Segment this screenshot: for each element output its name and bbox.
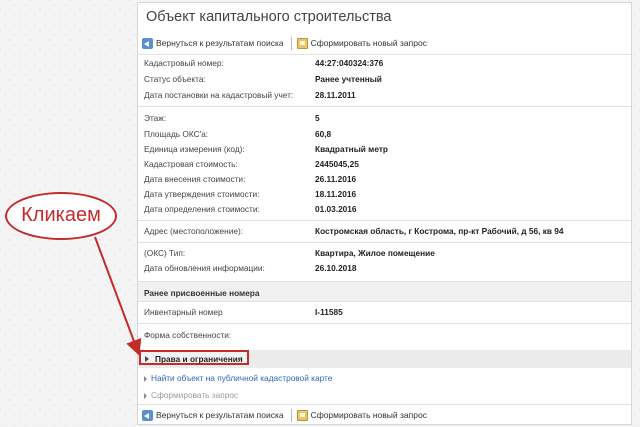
field-oks-type: (ОКС) Тип: Квартира, Жилое помещение: [144, 248, 624, 262]
field-label: Дата постановки на кадастровый учет:: [144, 90, 294, 100]
link-triangle-icon: [144, 392, 147, 399]
back-to-results-label: Вернуться к результатам поиска: [156, 38, 284, 48]
field-value-approval-date: Дата утверждения стоимости: 18.11.2016: [144, 189, 624, 203]
field-label: Адрес (местоположение):: [144, 226, 244, 236]
field-label: Дата обновления информации:: [144, 263, 265, 273]
bottom-toolbar: Вернуться к результатам поиска Сформиров…: [142, 406, 427, 424]
new-query-label: Сформировать новый запрос: [310, 410, 427, 420]
field-value: 26.11.2016: [315, 174, 357, 184]
public-map-link[interactable]: Найти объект на публичной кадастровой ка…: [151, 373, 332, 383]
field-label: Форма собственности:: [144, 330, 232, 340]
field-value: Квадратный метр: [315, 144, 388, 154]
previous-numbers-heading: Ранее присвоенные номера: [138, 281, 631, 302]
field-label: Дата внесения стоимости:: [144, 174, 246, 184]
field-area: Площадь ОКС'a: 60,8: [144, 129, 624, 143]
divider: [138, 242, 631, 243]
divider: [138, 404, 631, 405]
divider: [138, 106, 631, 107]
field-unit: Единица измерения (код): Квадратный метр: [144, 144, 624, 158]
field-cadastral-number: Кадастровый номер: 44:27:040324:376: [144, 58, 624, 72]
field-value: 28.11.2011: [315, 90, 356, 100]
field-info-update-date: Дата обновления информации: 26.10.2018: [144, 263, 624, 277]
field-value-determination-date: Дата определения стоимости: 01.03.2016: [144, 204, 624, 218]
field-value: 26.10.2018: [315, 263, 357, 273]
new-query-icon: [296, 37, 308, 49]
field-ownership: Форма собственности:: [144, 330, 624, 344]
new-query-icon: [296, 409, 308, 421]
divider: [138, 323, 631, 324]
field-label: Этаж:: [144, 113, 167, 123]
field-label: Кадастровый номер:: [144, 58, 224, 68]
link-triangle-icon: [144, 375, 147, 382]
field-value: 60,8: [315, 129, 332, 139]
divider: [138, 220, 631, 221]
field-label: Дата определения стоимости:: [144, 204, 260, 214]
panel-title: Объект капитального строительства: [146, 9, 392, 25]
field-address: Адрес (местоположение): Костромская обла…: [144, 226, 624, 240]
field-label: Инвентарный номер: [144, 307, 223, 317]
field-value: Квартира, Жилое помещение: [315, 248, 435, 258]
public-map-link-row: Найти объект на публичной кадастровой ка…: [144, 373, 332, 383]
field-value: Ранее учтенный: [315, 74, 382, 84]
field-value: 01.03.2016: [315, 204, 357, 214]
field-label: Кадастровая стоимость:: [144, 159, 238, 169]
field-label: (ОКС) Тип:: [144, 248, 186, 258]
expand-triangle-icon: [145, 356, 149, 362]
rights-section: Права и ограничения: [138, 350, 631, 368]
callout-text: Кликаем: [21, 204, 101, 226]
callout-bubble: Кликаем: [5, 192, 117, 240]
new-query-button-bottom[interactable]: Сформировать новый запрос: [296, 409, 427, 421]
field-value: 18.11.2016: [315, 189, 357, 199]
field-label: Площадь ОКС'a:: [144, 129, 209, 139]
request-link-row: Сформировать запрос: [144, 390, 238, 400]
field-value: 5: [315, 113, 320, 123]
field-value: Костромская область, г Кострома, пр-кт Р…: [315, 226, 564, 236]
field-label: Единица измерения (код):: [144, 144, 245, 154]
toolbar-separator: [290, 36, 292, 50]
toolbar-separator: [290, 408, 292, 422]
new-query-button[interactable]: Сформировать новый запрос: [296, 37, 427, 49]
field-object-status: Статус объекта: Ранее учтенный: [144, 74, 624, 88]
field-floor: Этаж: 5: [144, 113, 624, 127]
field-value: 44:27:040324:376: [315, 58, 384, 68]
field-inventory-number: Инвентарный номер I-11585: [144, 307, 624, 321]
field-value: I-11585: [315, 307, 343, 317]
back-arrow-icon: [142, 37, 153, 49]
field-label: Статус объекта:: [144, 74, 206, 84]
back-arrow-icon: [142, 409, 153, 421]
back-to-results-button-bottom[interactable]: Вернуться к результатам поиска: [142, 409, 284, 421]
new-query-label: Сформировать новый запрос: [310, 38, 427, 48]
divider: [138, 54, 631, 55]
top-toolbar: Вернуться к результатам поиска Сформиров…: [142, 34, 427, 52]
rights-restrictions-label: Права и ограничения: [155, 354, 243, 364]
field-value-entry-date: Дата внесения стоимости: 26.11.2016: [144, 174, 624, 188]
back-to-results-button[interactable]: Вернуться к результатам поиска: [142, 37, 284, 49]
field-label: Дата утверждения стоимости:: [144, 189, 260, 199]
field-registration-date: Дата постановки на кадастровый учет: 28.…: [144, 90, 624, 104]
object-panel: Объект капитального строительства Вернут…: [137, 2, 632, 425]
rights-restrictions-toggle[interactable]: Права и ограничения: [139, 350, 249, 365]
request-link[interactable]: Сформировать запрос: [151, 390, 238, 400]
field-value: 2445045,25: [315, 159, 359, 169]
field-cadastral-value: Кадастровая стоимость: 2445045,25: [144, 159, 624, 173]
back-to-results-label: Вернуться к результатам поиска: [156, 410, 284, 420]
